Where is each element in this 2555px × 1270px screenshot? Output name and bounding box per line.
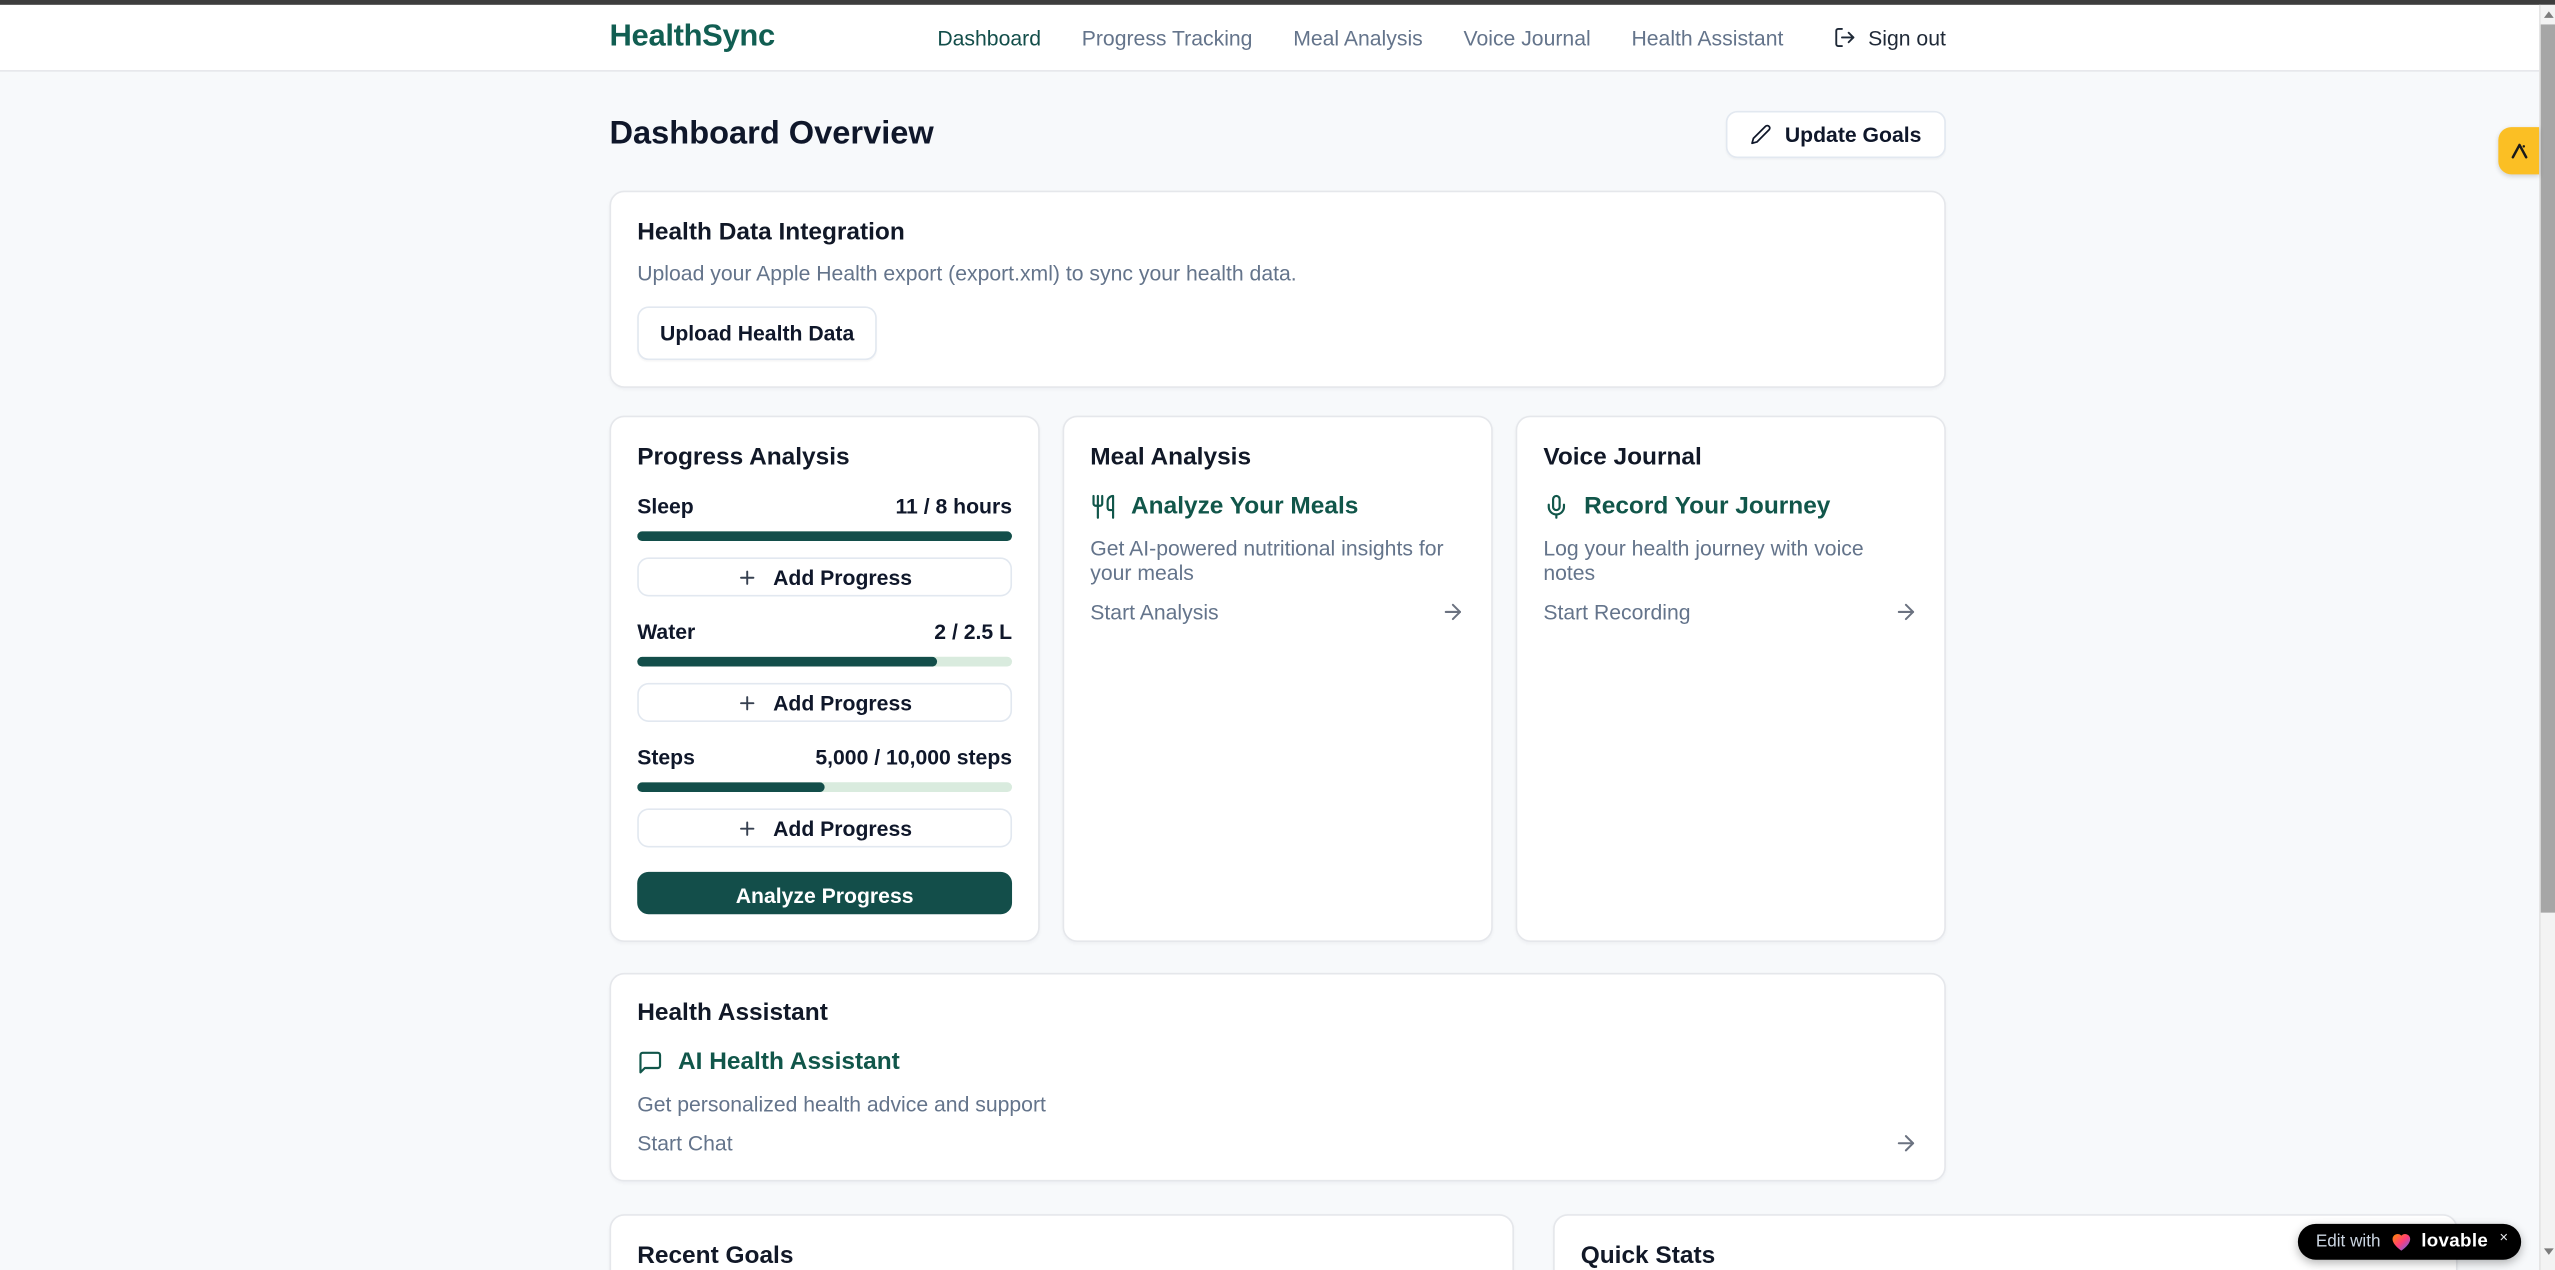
update-goals-button[interactable]: Update Goals: [1726, 111, 1946, 158]
progress-analysis-card: Progress Analysis Sleep 11 / 8 hours Add…: [610, 416, 1040, 942]
main-content: Dashboard Overview Update Goals Health D…: [610, 111, 1946, 1270]
start-chat-label: Start Chat: [637, 1131, 732, 1155]
ai-health-assistant-label: AI Health Assistant: [678, 1048, 900, 1076]
progress-analysis-title: Progress Analysis: [637, 443, 1012, 471]
sleep-progress-bar: [637, 531, 1012, 541]
plus-icon: [737, 817, 758, 838]
voice-journal-description: Log your health journey with voice notes: [1543, 536, 1918, 585]
record-your-journey-link[interactable]: Record Your Journey: [1543, 492, 1918, 520]
metric-sleep: Sleep 11 / 8 hours Add Progress: [637, 494, 1012, 597]
add-progress-label: Add Progress: [773, 565, 912, 589]
sleep-value: 11 / 8 hours: [895, 494, 1012, 518]
upload-health-data-button[interactable]: Upload Health Data: [637, 306, 877, 360]
edit-with-lovable-badge[interactable]: Edit with lovable ×: [2298, 1224, 2521, 1260]
health-data-integration-card: Health Data Integration Upload your Appl…: [610, 191, 1946, 388]
metric-steps: Steps 5,000 / 10,000 steps Add Progress: [637, 745, 1012, 848]
arrow-right-icon: [1441, 600, 1465, 624]
start-recording-label: Start Recording: [1543, 600, 1690, 624]
water-value: 2 / 2.5 L: [934, 619, 1012, 643]
nav-dashboard[interactable]: Dashboard: [937, 25, 1041, 49]
arrow-right-icon: [1894, 1131, 1918, 1155]
scrollbar-up-arrow-icon[interactable]: [2544, 11, 2554, 18]
health-assistant-title: Health Assistant: [637, 999, 1918, 1027]
add-progress-label: Add Progress: [773, 690, 912, 714]
nav-voice-journal[interactable]: Voice Journal: [1463, 25, 1590, 49]
recent-goals-card: Recent Goals Select Date Today Yesterday…: [610, 1214, 1514, 1270]
badge-close-icon[interactable]: ×: [2500, 1229, 2509, 1245]
page-title: Dashboard Overview: [610, 116, 934, 153]
meal-analysis-card: Meal Analysis Analyze Your Meals Get AI-…: [1063, 416, 1493, 942]
nav-health-assistant[interactable]: Health Assistant: [1631, 25, 1783, 49]
water-progress-bar: [637, 657, 1012, 667]
add-steps-progress-button[interactable]: Add Progress: [637, 808, 1012, 847]
steps-progress-bar: [637, 782, 1012, 792]
start-recording-action[interactable]: Start Recording: [1543, 600, 1918, 624]
analyze-your-meals-label: Analyze Your Meals: [1131, 492, 1358, 520]
nav-progress-tracking[interactable]: Progress Tracking: [1082, 25, 1253, 49]
nav-meal-analysis[interactable]: Meal Analysis: [1293, 25, 1423, 49]
brand-logo: HealthSync: [610, 20, 775, 56]
lovable-logo-icon: [2507, 139, 2530, 162]
health-assistant-card: Health Assistant AI Health Assistant Get…: [610, 973, 1946, 1182]
integration-title: Health Data Integration: [637, 218, 1918, 246]
recent-goals-title: Recent Goals: [637, 1242, 1486, 1270]
integration-description: Upload your Apple Health export (export.…: [637, 261, 1918, 285]
add-sleep-progress-button[interactable]: Add Progress: [637, 557, 1012, 596]
arrow-right-icon: [1894, 600, 1918, 624]
metric-water: Water 2 / 2.5 L Add Progress: [637, 619, 1012, 722]
meal-analysis-description: Get AI-powered nutritional insights for …: [1090, 536, 1465, 585]
top-navbar: HealthSync Dashboard Progress Tracking M…: [0, 5, 2555, 72]
meal-analysis-title: Meal Analysis: [1090, 443, 1465, 471]
sign-out-button[interactable]: Sign out: [1834, 25, 1946, 49]
water-label: Water: [637, 619, 695, 643]
sign-out-label: Sign out: [1868, 25, 1946, 49]
voice-journal-title: Voice Journal: [1543, 443, 1918, 471]
record-your-journey-label: Record Your Journey: [1584, 492, 1830, 520]
add-water-progress-button[interactable]: Add Progress: [637, 683, 1012, 722]
start-analysis-label: Start Analysis: [1090, 600, 1218, 624]
analyze-your-meals-link[interactable]: Analyze Your Meals: [1090, 492, 1465, 520]
plus-icon: [737, 692, 758, 713]
edit-with-label: Edit with: [2316, 1232, 2381, 1252]
steps-label: Steps: [637, 745, 695, 769]
sleep-label: Sleep: [637, 494, 694, 518]
add-progress-label: Add Progress: [773, 816, 912, 840]
app-root: HealthSync Dashboard Progress Tracking M…: [0, 0, 2555, 1270]
logout-icon: [1834, 26, 1857, 49]
ai-health-assistant-link[interactable]: AI Health Assistant: [637, 1048, 1918, 1076]
utensils-icon: [1090, 493, 1116, 519]
pencil-icon: [1751, 124, 1772, 145]
voice-journal-card: Voice Journal Record Your Journey Log yo…: [1516, 416, 1946, 942]
plus-icon: [737, 566, 758, 587]
microphone-icon: [1543, 493, 1569, 519]
start-analysis-action[interactable]: Start Analysis: [1090, 600, 1465, 624]
scrollbar-down-arrow-icon[interactable]: [2544, 1248, 2554, 1255]
main-nav: Dashboard Progress Tracking Meal Analysi…: [937, 25, 1946, 49]
lovable-brand-label: lovable: [2421, 1232, 2488, 1252]
steps-value: 5,000 / 10,000 steps: [815, 745, 1012, 769]
heart-icon: [2390, 1232, 2411, 1252]
analyze-progress-button[interactable]: Analyze Progress: [637, 872, 1012, 914]
start-chat-action[interactable]: Start Chat: [637, 1131, 1918, 1155]
lovable-side-button[interactable]: [2498, 127, 2539, 174]
vertical-scrollbar[interactable]: [2539, 5, 2555, 1270]
update-goals-label: Update Goals: [1785, 122, 1922, 146]
scrollbar-thumb[interactable]: [2541, 24, 2555, 912]
health-assistant-description: Get personalized health advice and suppo…: [637, 1092, 1918, 1116]
chat-bubble-icon: [637, 1049, 663, 1075]
